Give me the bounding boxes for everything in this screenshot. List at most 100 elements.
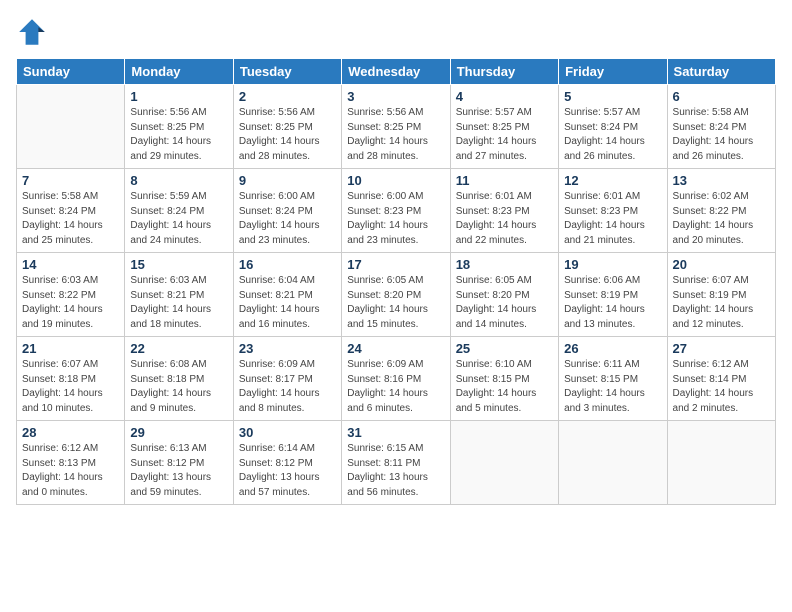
day-cell-12: 12 Sunrise: 6:01 AMSunset: 8:23 PMDayligh… (559, 169, 667, 253)
day-info: Sunrise: 6:12 AMSunset: 8:14 PMDaylight:… (673, 358, 770, 416)
day-cell-31: 31 Sunrise: 6:15 AMSunset: 8:11 PMDayligh… (342, 421, 450, 505)
day-cell-23: 23Sunrise: 6:09 AMSunset: 8:17 PMDayligh… (233, 337, 341, 421)
day-info: Sunrise: 5:56 AMSunset: 8:25 PMDaylight:… (239, 106, 336, 164)
day-info: Sunrise: 6:08 AMSunset: 8:18 PMDaylight:… (130, 358, 227, 416)
weekday-header-thursday: Thursday (450, 59, 558, 85)
weekday-header-sunday: Sunday (17, 59, 125, 85)
day-cell-14: 14Sunrise: 6:03 AMSunset: 8:22 PMDayligh… (17, 253, 125, 337)
day-info: Sunrise: 5:58 AMSunset: 8:24 PMDaylight:… (673, 106, 770, 164)
empty-cell (667, 421, 775, 505)
day-cell-11: 11 Sunrise: 6:01 AMSunset: 8:23 PMDayligh… (450, 169, 558, 253)
day-info: Sunrise: 6:11 AMSunset: 8:15 PMDaylight:… (564, 358, 661, 416)
weekday-header-wednesday: Wednesday (342, 59, 450, 85)
week-row-2: 14Sunrise: 6:03 AMSunset: 8:22 PMDayligh… (17, 253, 776, 337)
day-number: 31 (347, 425, 444, 440)
day-cell-28: 28Sunrise: 6:12 AMSunset: 8:13 PMDayligh… (17, 421, 125, 505)
day-cell-1: 1 Sunrise: 5:56 AMSunset: 8:25 PMDaylight… (125, 85, 233, 169)
day-number: 30 (239, 425, 336, 440)
day-cell-27: 27 Sunrise: 6:12 AMSunset: 8:14 PMDayligh… (667, 337, 775, 421)
day-number: 23 (239, 341, 336, 356)
day-number: 12 (564, 173, 661, 188)
day-info: Sunrise: 6:05 AMSunset: 8:20 PMDaylight:… (456, 274, 553, 332)
day-cell-10: 10 Sunrise: 6:00 AMSunset: 8:23 PMDayligh… (342, 169, 450, 253)
day-number: 7 (22, 173, 119, 188)
day-cell-6: 6 Sunrise: 5:58 AMSunset: 8:24 PMDaylight… (667, 85, 775, 169)
day-info: Sunrise: 5:56 AMSunset: 8:25 PMDaylight:… (130, 106, 227, 164)
day-info: Sunrise: 6:12 AMSunset: 8:13 PMDaylight:… (22, 442, 119, 500)
week-row-0: 1 Sunrise: 5:56 AMSunset: 8:25 PMDaylight… (17, 85, 776, 169)
day-cell-25: 25 Sunrise: 6:10 AMSunset: 8:15 PMDayligh… (450, 337, 558, 421)
day-info: Sunrise: 6:07 AMSunset: 8:19 PMDaylight:… (673, 274, 770, 332)
day-cell-2: 2 Sunrise: 5:56 AMSunset: 8:25 PMDaylight… (233, 85, 341, 169)
week-row-3: 21 Sunrise: 6:07 AMSunset: 8:18 PMDayligh… (17, 337, 776, 421)
day-info: Sunrise: 5:59 AMSunset: 8:24 PMDaylight:… (130, 190, 227, 248)
day-cell-26: 26 Sunrise: 6:11 AMSunset: 8:15 PMDayligh… (559, 337, 667, 421)
day-number: 19 (564, 257, 661, 272)
day-number: 2 (239, 89, 336, 104)
day-info: Sunrise: 6:06 AMSunset: 8:19 PMDaylight:… (564, 274, 661, 332)
day-info: Sunrise: 6:00 AMSunset: 8:23 PMDaylight:… (347, 190, 444, 248)
day-info: Sunrise: 6:07 AMSunset: 8:18 PMDaylight:… (22, 358, 119, 416)
day-cell-15: 15 Sunrise: 6:03 AMSunset: 8:21 PMDayligh… (125, 253, 233, 337)
empty-cell (17, 85, 125, 169)
day-info: Sunrise: 6:10 AMSunset: 8:15 PMDaylight:… (456, 358, 553, 416)
day-info: Sunrise: 5:57 AMSunset: 8:24 PMDaylight:… (564, 106, 661, 164)
day-number: 15 (130, 257, 227, 272)
day-number: 29 (130, 425, 227, 440)
weekday-header-tuesday: Tuesday (233, 59, 341, 85)
day-number: 25 (456, 341, 553, 356)
day-info: Sunrise: 6:03 AMSunset: 8:21 PMDaylight:… (130, 274, 227, 332)
day-cell-3: 3 Sunrise: 5:56 AMSunset: 8:25 PMDaylight… (342, 85, 450, 169)
day-info: Sunrise: 6:09 AMSunset: 8:16 PMDaylight:… (347, 358, 444, 416)
weekday-header-row: SundayMondayTuesdayWednesdayThursdayFrid… (17, 59, 776, 85)
day-number: 27 (673, 341, 770, 356)
day-info: Sunrise: 6:01 AMSunset: 8:23 PMDaylight:… (456, 190, 553, 248)
day-number: 22 (130, 341, 227, 356)
week-row-4: 28Sunrise: 6:12 AMSunset: 8:13 PMDayligh… (17, 421, 776, 505)
day-info: Sunrise: 6:14 AMSunset: 8:12 PMDaylight:… (239, 442, 336, 500)
day-number: 20 (673, 257, 770, 272)
day-cell-20: 20 Sunrise: 6:07 AMSunset: 8:19 PMDayligh… (667, 253, 775, 337)
day-info: Sunrise: 6:05 AMSunset: 8:20 PMDaylight:… (347, 274, 444, 332)
day-cell-17: 17 Sunrise: 6:05 AMSunset: 8:20 PMDayligh… (342, 253, 450, 337)
day-number: 21 (22, 341, 119, 356)
day-number: 3 (347, 89, 444, 104)
day-number: 26 (564, 341, 661, 356)
calendar-table: SundayMondayTuesdayWednesdayThursdayFrid… (16, 58, 776, 505)
week-row-1: 7 Sunrise: 5:58 AMSunset: 8:24 PMDaylight… (17, 169, 776, 253)
day-info: Sunrise: 6:01 AMSunset: 8:23 PMDaylight:… (564, 190, 661, 248)
day-cell-9: 9 Sunrise: 6:00 AMSunset: 8:24 PMDaylight… (233, 169, 341, 253)
day-info: Sunrise: 6:00 AMSunset: 8:24 PMDaylight:… (239, 190, 336, 248)
day-info: Sunrise: 5:56 AMSunset: 8:25 PMDaylight:… (347, 106, 444, 164)
day-cell-22: 22 Sunrise: 6:08 AMSunset: 8:18 PMDayligh… (125, 337, 233, 421)
day-info: Sunrise: 6:03 AMSunset: 8:22 PMDaylight:… (22, 274, 119, 332)
day-number: 1 (130, 89, 227, 104)
day-info: Sunrise: 5:57 AMSunset: 8:25 PMDaylight:… (456, 106, 553, 164)
day-number: 4 (456, 89, 553, 104)
day-info: Sunrise: 6:02 AMSunset: 8:22 PMDaylight:… (673, 190, 770, 248)
day-number: 5 (564, 89, 661, 104)
day-number: 17 (347, 257, 444, 272)
weekday-header-friday: Friday (559, 59, 667, 85)
day-info: Sunrise: 6:04 AMSunset: 8:21 PMDaylight:… (239, 274, 336, 332)
day-info: Sunrise: 5:58 AMSunset: 8:24 PMDaylight:… (22, 190, 119, 248)
day-number: 11 (456, 173, 553, 188)
day-cell-16: 16 Sunrise: 6:04 AMSunset: 8:21 PMDayligh… (233, 253, 341, 337)
day-number: 9 (239, 173, 336, 188)
day-cell-24: 24 Sunrise: 6:09 AMSunset: 8:16 PMDayligh… (342, 337, 450, 421)
day-number: 18 (456, 257, 553, 272)
day-cell-13: 13Sunrise: 6:02 AMSunset: 8:22 PMDayligh… (667, 169, 775, 253)
day-info: Sunrise: 6:15 AMSunset: 8:11 PMDaylight:… (347, 442, 444, 500)
day-number: 24 (347, 341, 444, 356)
day-number: 10 (347, 173, 444, 188)
day-cell-7: 7 Sunrise: 5:58 AMSunset: 8:24 PMDaylight… (17, 169, 125, 253)
day-number: 16 (239, 257, 336, 272)
empty-cell (559, 421, 667, 505)
day-number: 6 (673, 89, 770, 104)
day-cell-5: 5 Sunrise: 5:57 AMSunset: 8:24 PMDaylight… (559, 85, 667, 169)
day-cell-19: 19 Sunrise: 6:06 AMSunset: 8:19 PMDayligh… (559, 253, 667, 337)
day-cell-18: 18 Sunrise: 6:05 AMSunset: 8:20 PMDayligh… (450, 253, 558, 337)
day-cell-21: 21 Sunrise: 6:07 AMSunset: 8:18 PMDayligh… (17, 337, 125, 421)
day-cell-30: 30 Sunrise: 6:14 AMSunset: 8:12 PMDayligh… (233, 421, 341, 505)
logo-icon (16, 16, 48, 48)
